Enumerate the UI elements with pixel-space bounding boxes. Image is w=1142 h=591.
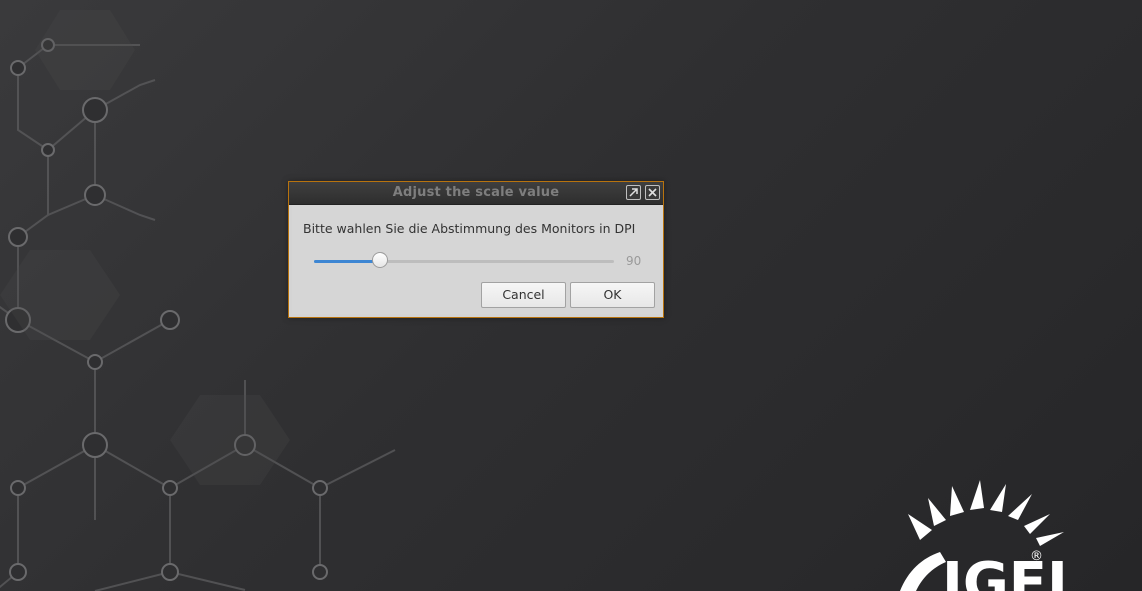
dpi-prompt-label: Bitte wahlen Sie die Abstimmung des Moni… [303,221,636,236]
close-button[interactable] [645,185,660,200]
maximize-icon [629,188,638,197]
dialog-title: Adjust the scale value [392,185,560,200]
desktop-background: Adjust the scale value Bitte wahlen Sie … [0,0,1142,591]
slider-value-label: 90 [626,254,642,268]
maximize-button[interactable] [626,185,641,200]
scale-dialog: Adjust the scale value Bitte wahlen Sie … [288,181,664,318]
slider-fill [314,260,380,263]
dialog-content: Bitte wahlen Sie die Abstimmung des Moni… [292,205,660,314]
slider-thumb[interactable] [372,252,388,268]
cancel-button[interactable]: Cancel [481,282,566,308]
ok-button[interactable]: OK [570,282,655,308]
dpi-slider[interactable] [314,251,616,271]
logo-wordmark: IGEL [942,551,1083,591]
dialog-titlebar[interactable]: Adjust the scale value [289,182,663,205]
close-icon [648,188,657,197]
igel-logo: ® IGEL [900,480,1083,591]
